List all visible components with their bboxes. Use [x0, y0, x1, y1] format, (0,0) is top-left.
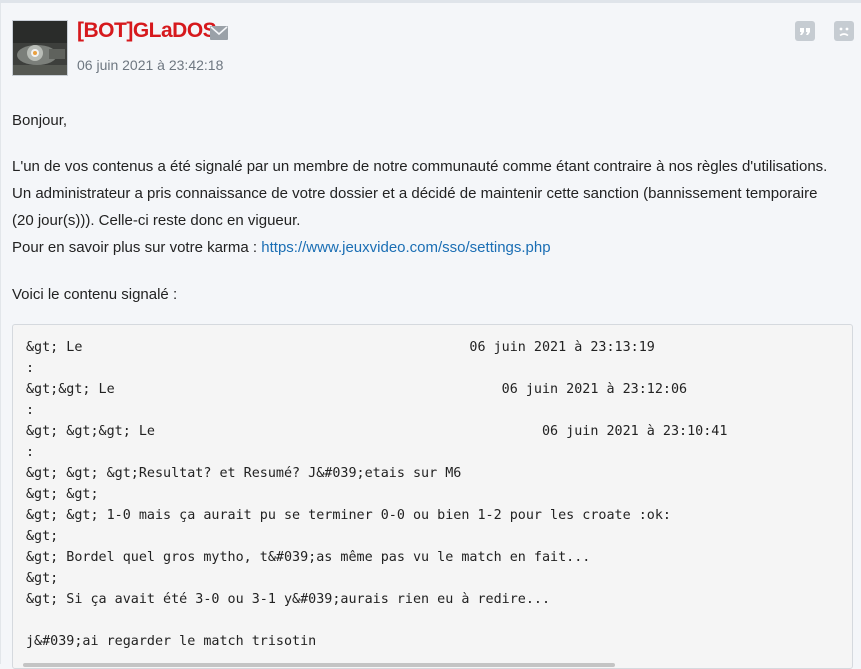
post-date: 06 juin 2021 à 23:42:18 — [77, 57, 224, 73]
quote-line: &gt; — [26, 571, 59, 586]
quote-line: &gt; Le 06 juin 2021 à 23:13:19 — [26, 340, 655, 355]
quote-line: : — [26, 403, 35, 418]
quote-line: &gt; &gt; &gt;Resultat? et Resumé? J&#03… — [26, 466, 462, 481]
sad-face-report-icon[interactable] — [834, 21, 854, 41]
quote-line: &gt;&gt; Le 06 juin 2021 à 23:12:06 — [26, 382, 688, 397]
reported-content-intro: Voici le contenu signalé : — [12, 286, 178, 303]
body-line-2: Un administrateur a pris connaissance de… — [12, 185, 818, 229]
author-avatar[interactable] — [12, 20, 68, 76]
karma-settings-link[interactable]: https://www.jeuxvideo.com/sso/settings.p… — [261, 239, 550, 256]
envelope-icon[interactable] — [210, 26, 228, 40]
quote-line: : — [26, 445, 35, 460]
greeting: Bonjour, — [12, 112, 68, 129]
quote-line: &gt; &gt;&gt; Le 06 juin 2021 à 23:10:41 — [26, 424, 728, 439]
message-paragraph: L'un de vos contenus a été signalé par u… — [12, 153, 842, 261]
robot-avatar-icon — [13, 21, 67, 75]
reported-content-box: &gt; Le 06 juin 2021 à 23:13:19 : &gt;&g… — [12, 324, 853, 669]
quote-line: &gt; Si ça avait été 3-0 ou 3-1 y&#039;a… — [26, 592, 551, 607]
body-line-1: L'un de vos contenus a été signalé par u… — [12, 158, 828, 175]
reported-content-text: &gt; Le 06 juin 2021 à 23:13:19 : &gt;&g… — [26, 337, 727, 652]
quote-line: &gt; — [26, 529, 59, 544]
quote-line: : — [26, 361, 35, 376]
quote-icon[interactable] — [795, 21, 815, 41]
karma-prefix: Pour en savoir plus sur votre karma : — [12, 239, 262, 256]
quote-line: j&#039;ai regarder le match trisotin — [26, 634, 317, 649]
quote-line: &gt; &gt; 1-0 mais ça aurait pu se termi… — [26, 508, 671, 523]
author-name[interactable]: [BOT]GLaDOS — [77, 19, 217, 43]
quote-line: &gt; Bordel quel gros mytho, t&#039;as m… — [26, 550, 591, 565]
quote-line: &gt; &gt; — [26, 487, 99, 502]
message-post: [BOT]GLaDOS 06 juin 2021 à 23:42:18 Bonj… — [0, 3, 861, 669]
